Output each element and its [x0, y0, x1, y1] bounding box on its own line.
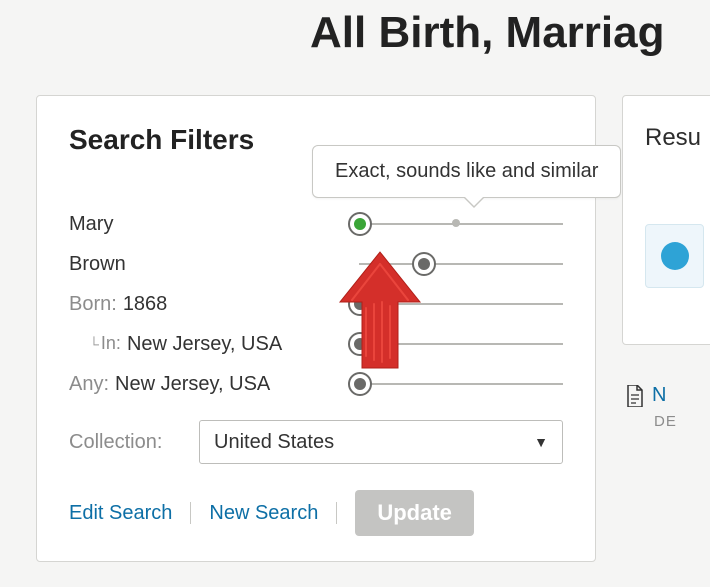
results-panel: Resu	[622, 95, 710, 345]
slider-tooltip: Exact, sounds like and similar	[312, 145, 621, 198]
slider-track	[359, 303, 563, 305]
slider-knob[interactable]	[348, 332, 372, 356]
update-button[interactable]: Update	[355, 490, 474, 536]
filter-row-any: Any: New Jersey, USA	[69, 364, 563, 404]
slider-knob[interactable]	[348, 372, 372, 396]
action-row: Edit Search New Search Update	[69, 490, 563, 536]
caret-down-icon: ▼	[534, 434, 548, 450]
result-subtext: DE	[654, 413, 677, 430]
slider-track	[359, 223, 563, 225]
document-icon	[626, 385, 644, 407]
any-place-value: New Jersey, USA	[115, 373, 270, 396]
last-name-value: Brown	[69, 253, 126, 276]
collection-label: Collection:	[69, 431, 187, 454]
slider-track	[359, 383, 563, 385]
born-year-value: 1868	[123, 293, 168, 316]
edit-search-link[interactable]: Edit Search	[69, 502, 172, 525]
divider	[336, 502, 337, 524]
page-title: All Birth, Marriag	[310, 8, 665, 58]
results-heading: Resu	[645, 124, 710, 152]
filter-row-last-name: Brown	[69, 244, 563, 284]
result-link[interactable]: N	[652, 384, 666, 407]
slider-last-name[interactable]	[349, 252, 563, 276]
slider-tick	[452, 219, 460, 227]
slider-knob[interactable]	[348, 212, 372, 236]
collection-select[interactable]: United States ▼	[199, 420, 563, 464]
collection-value: United States	[214, 431, 334, 454]
info-notice	[645, 224, 704, 288]
slider-knob[interactable]	[412, 252, 436, 276]
filter-row-first-name: Mary	[69, 204, 563, 244]
slider-knob[interactable]	[348, 292, 372, 316]
slider-any-place[interactable]	[349, 372, 563, 396]
collection-row: Collection: United States ▼	[69, 420, 563, 464]
slider-first-name[interactable]	[349, 212, 563, 236]
divider	[190, 502, 191, 524]
in-label: └In:	[89, 333, 121, 356]
slider-track	[359, 343, 563, 345]
info-icon	[661, 242, 689, 270]
slider-born-year[interactable]	[349, 292, 563, 316]
slider-track	[359, 263, 563, 265]
filter-row-born: Born: 1868	[69, 284, 563, 324]
any-label: Any:	[69, 373, 109, 396]
new-search-link[interactable]: New Search	[209, 502, 318, 525]
filter-row-born-in: └In: New Jersey, USA	[69, 324, 563, 364]
born-label: Born:	[69, 293, 117, 316]
first-name-value: Mary	[69, 213, 113, 236]
slider-in-place[interactable]	[349, 332, 563, 356]
in-place-value: New Jersey, USA	[127, 333, 282, 356]
result-item: N DE	[626, 384, 677, 430]
